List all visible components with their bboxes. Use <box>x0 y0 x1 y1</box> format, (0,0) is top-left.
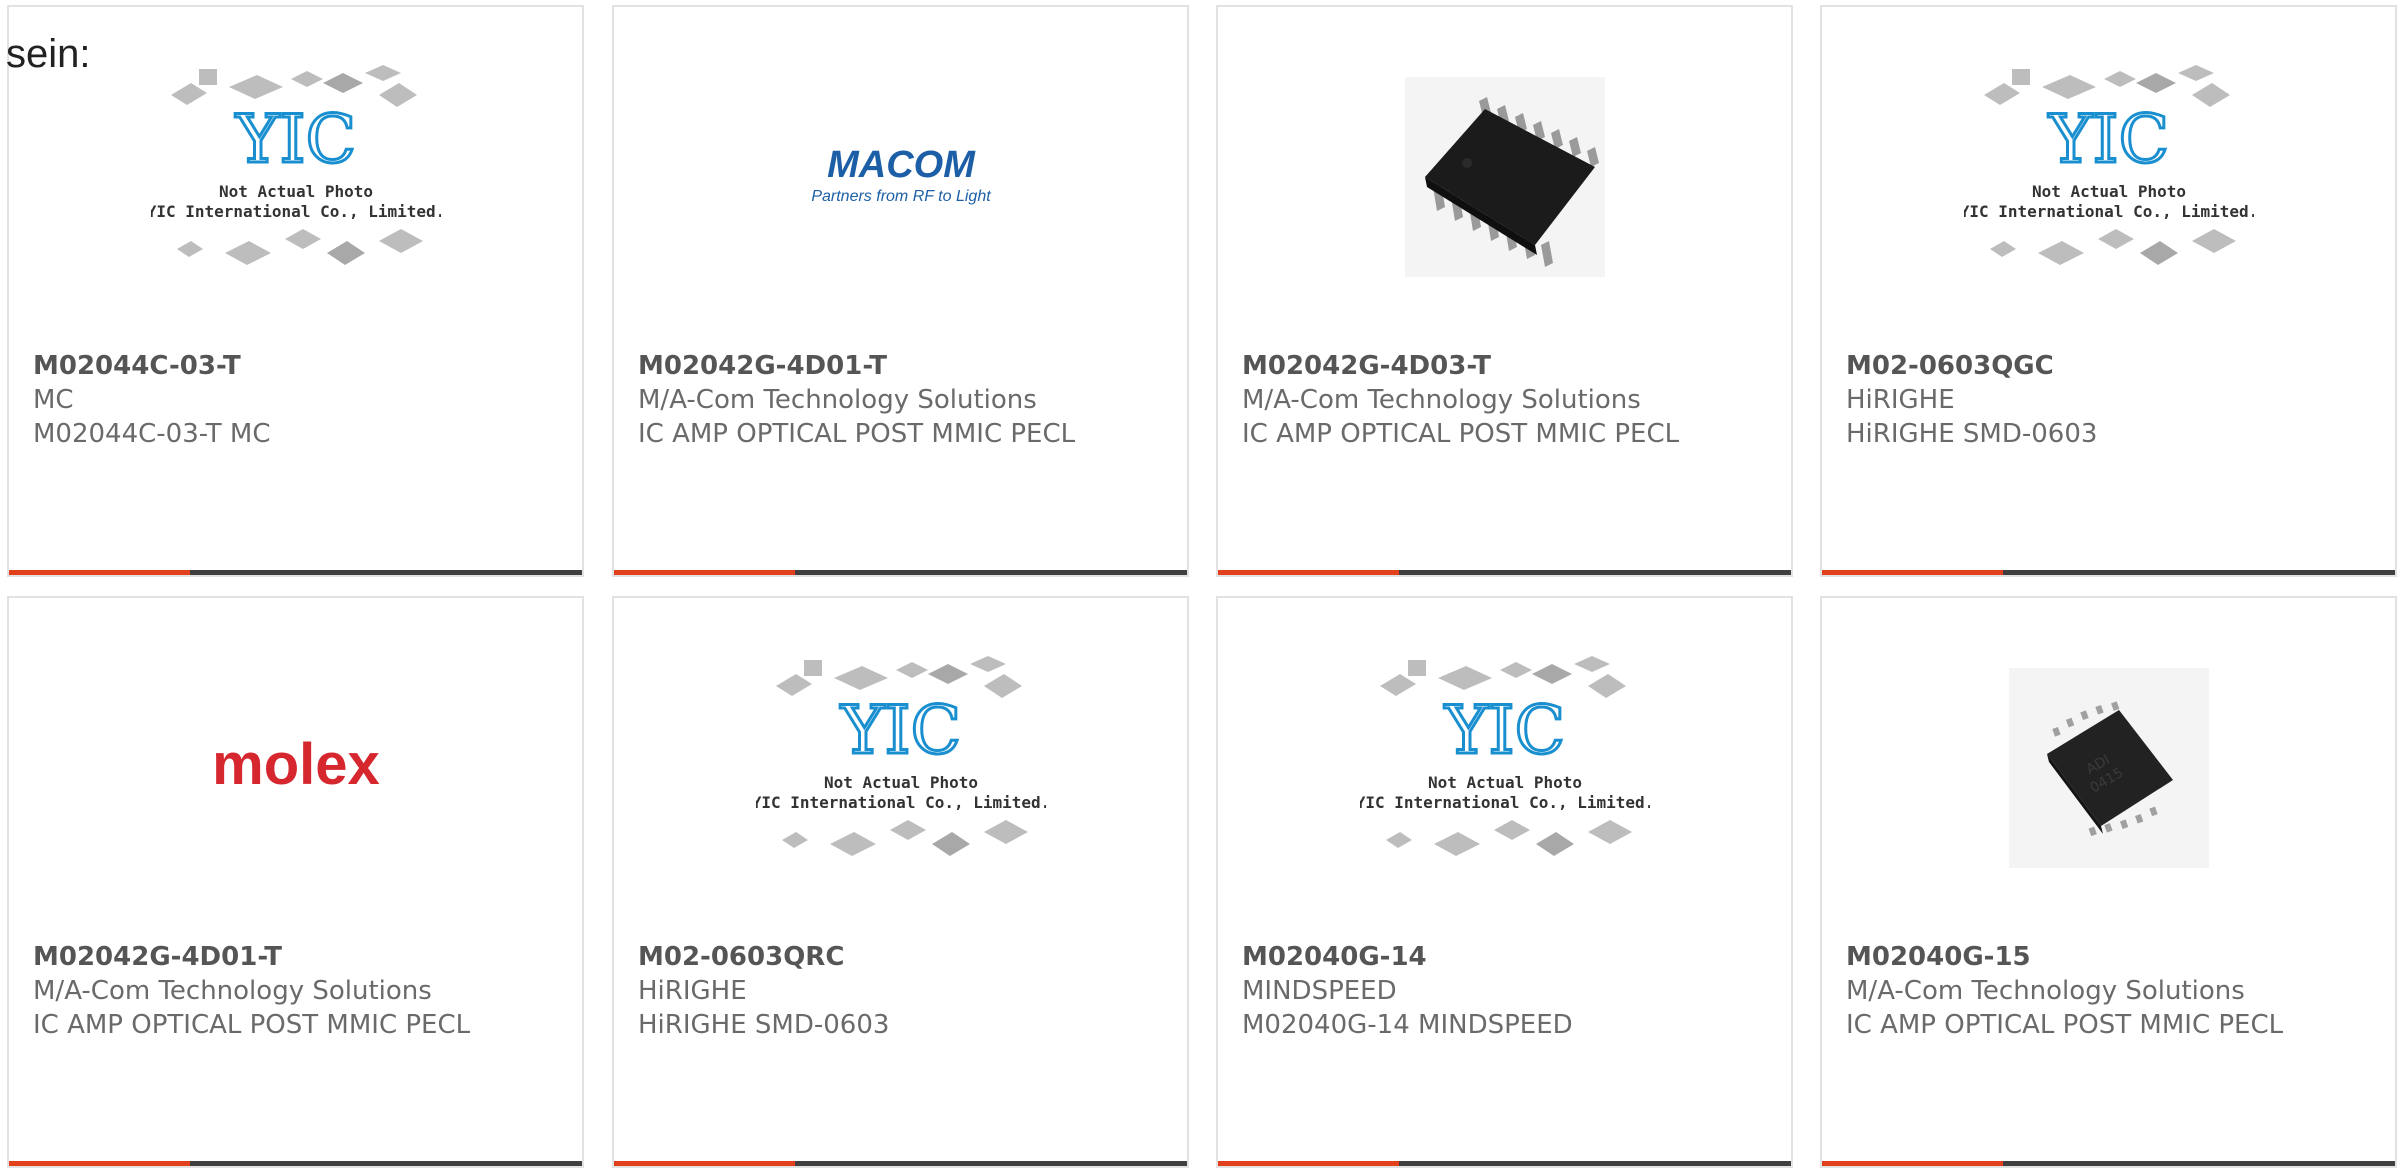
svg-text:Not Actual Photo: Not Actual Photo <box>2031 182 2185 201</box>
svg-text:YIC International Co., Limited: YIC International Co., Limited. <box>1360 793 1650 812</box>
part-number[interactable]: M02042G-4D01-T <box>638 349 1078 383</box>
product-card[interactable]: M02042G-4D03-T M/A-Com Technology Soluti… <box>1216 5 1793 577</box>
description: M02044C-03-T MC <box>33 419 271 449</box>
product-card[interactable]: YIC Not Actual Photo YIC International C… <box>612 596 1189 1168</box>
description: IC AMP OPTICAL POST MMIC PECL <box>1846 1010 2284 1040</box>
manufacturer: M/A-Com Technology Solutions <box>1242 385 1641 415</box>
part-number[interactable]: M02-0603QGC <box>1846 349 2286 383</box>
placeholder-image: YIC Not Actual Photo YIC International C… <box>1218 598 1791 938</box>
manufacturer: HiRIGHE <box>1846 385 1955 415</box>
product-card[interactable]: YIC Not Actual Photo YIC International C… <box>7 5 584 577</box>
description: HiRIGHE SMD-0603 <box>638 1010 890 1040</box>
card-bottom-bar <box>9 1161 582 1166</box>
part-number[interactable]: M02042G-4D01-T <box>33 940 473 974</box>
svg-text:YIC International Co., Limited: YIC International Co., Limited. <box>151 202 441 221</box>
manufacturer: HiRIGHE <box>638 976 747 1006</box>
svg-text:Not Actual Photo: Not Actual Photo <box>218 182 372 201</box>
product-card[interactable]: ADI 0415 M02040G-15 M/A-Com Technology S… <box>1820 596 2397 1168</box>
manufacturer: M/A-Com Technology Solutions <box>33 976 432 1006</box>
manufacturer: M/A-Com Technology Solutions <box>1846 976 2245 1006</box>
card-bottom-bar <box>9 570 582 575</box>
placeholder-image: YIC Not Actual Photo YIC International C… <box>1822 7 2395 347</box>
description: IC AMP OPTICAL POST MMIC PECL <box>1242 419 1680 449</box>
placeholder-image: YIC Not Actual Photo YIC International C… <box>9 7 582 347</box>
manufacturer: M/A-Com Technology Solutions <box>638 385 1037 415</box>
placeholder-image: YIC Not Actual Photo YIC International C… <box>614 598 1187 938</box>
molex-logo: molex <box>9 598 582 938</box>
svg-text:YIC International Co., Limited: YIC International Co., Limited. <box>756 793 1046 812</box>
product-card[interactable]: molex M02042G-4D01-T M/A-Com Technology … <box>7 596 584 1168</box>
svg-text:Not Actual Photo: Not Actual Photo <box>823 773 977 792</box>
part-number[interactable]: M02040G-14 <box>1242 940 1682 974</box>
svg-text:molex: molex <box>212 732 380 797</box>
product-card[interactable]: MACOM Partners from RF to Light M02042G-… <box>612 5 1189 577</box>
yic-logo: YIC <box>2047 101 2168 178</box>
svg-text:Not Actual Photo: Not Actual Photo <box>1427 773 1581 792</box>
manufacturer: MINDSPEED <box>1242 976 1397 1006</box>
product-card[interactable]: YIC Not Actual Photo YIC International C… <box>1820 5 2397 577</box>
yic-logo: YIC <box>1443 692 1564 769</box>
yic-logo: YIC <box>234 101 355 178</box>
card-bottom-bar <box>614 570 1187 575</box>
macom-logo: MACOM Partners from RF to Light <box>614 7 1187 347</box>
card-bottom-bar <box>1822 1161 2395 1166</box>
description: M02040G-14 MINDSPEED <box>1242 1010 1573 1040</box>
card-bottom-bar <box>1218 570 1791 575</box>
product-grid: YIC Not Actual Photo YIC International C… <box>0 0 2400 1168</box>
part-number[interactable]: M02042G-4D03-T <box>1242 349 1682 383</box>
tssop-chip-photo <box>1218 7 1791 347</box>
yic-logo: YIC <box>839 692 960 769</box>
manufacturer: MC <box>33 385 74 415</box>
qfn-chip-photo: ADI 0415 <box>1822 598 2395 938</box>
lead-text: sein: <box>6 32 91 76</box>
card-bottom-bar <box>614 1161 1187 1166</box>
description: HiRIGHE SMD-0603 <box>1846 419 2098 449</box>
part-number[interactable]: M02-0603QRC <box>638 940 1078 974</box>
svg-text:MACOM: MACOM <box>827 144 976 186</box>
description: IC AMP OPTICAL POST MMIC PECL <box>33 1010 471 1040</box>
product-card[interactable]: YIC Not Actual Photo YIC International C… <box>1216 596 1793 1168</box>
part-number[interactable]: M02044C-03-T <box>33 349 473 383</box>
description: IC AMP OPTICAL POST MMIC PECL <box>638 419 1076 449</box>
svg-text:YIC International Co., Limited: YIC International Co., Limited. <box>1964 202 2254 221</box>
card-bottom-bar <box>1822 570 2395 575</box>
card-bottom-bar <box>1218 1161 1791 1166</box>
svg-text:Partners from RF to Light: Partners from RF to Light <box>811 188 991 205</box>
part-number[interactable]: M02040G-15 <box>1846 940 2286 974</box>
